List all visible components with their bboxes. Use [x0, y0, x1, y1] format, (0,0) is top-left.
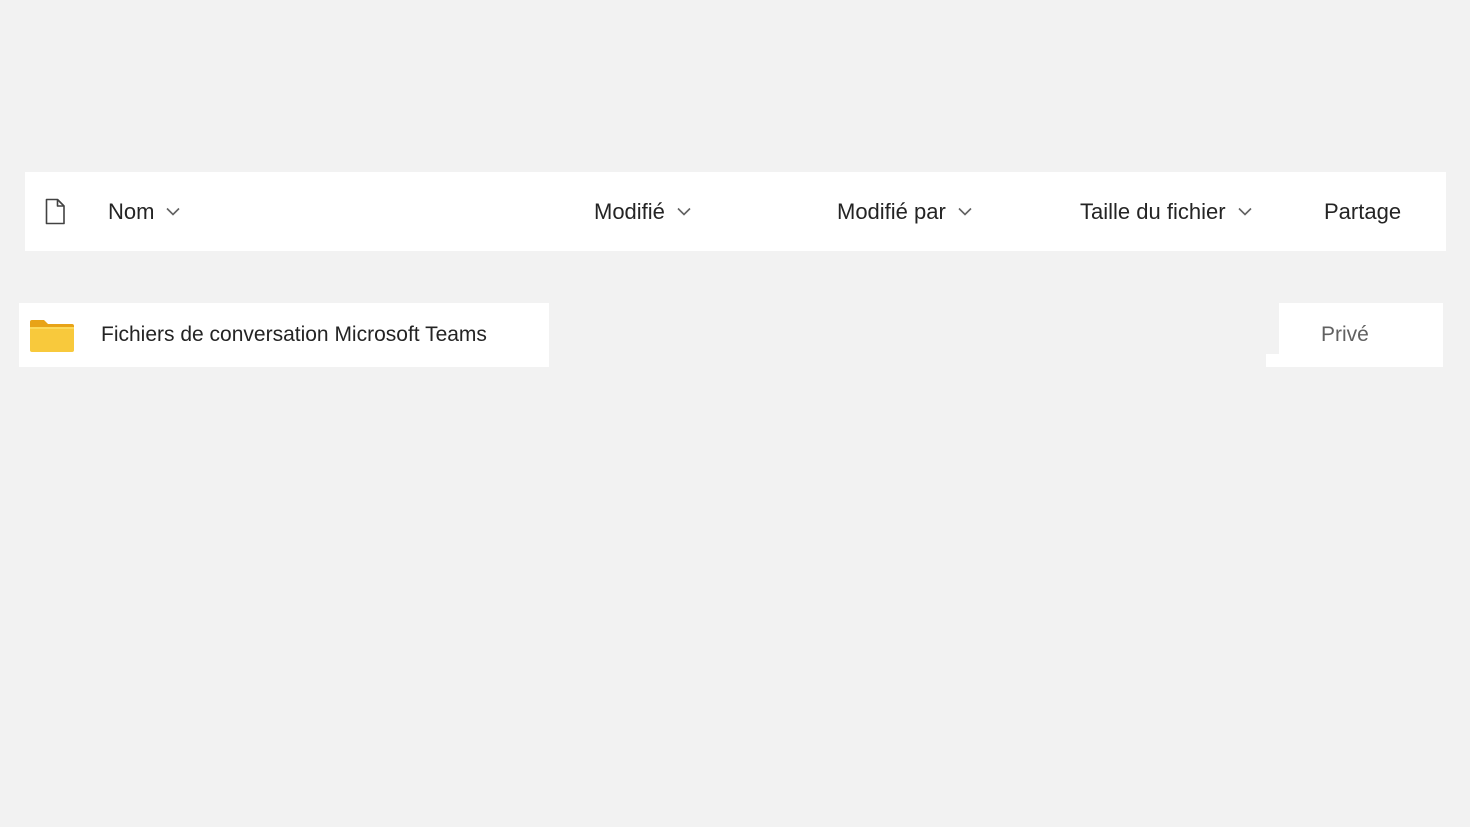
row-cell-notch — [1266, 303, 1279, 354]
column-header-file-size-label: Taille du fichier — [1080, 198, 1226, 224]
column-header-modified-by[interactable]: Modifié par — [837, 172, 972, 251]
document-icon — [45, 198, 65, 224]
column-header-name[interactable]: Nom — [108, 172, 181, 251]
column-header-sharing-label: Partage — [1324, 198, 1402, 224]
column-header-sharing: Partage — [1324, 172, 1401, 251]
row-sharing-value: Privé — [1321, 323, 1369, 346]
column-header-name-label: Nom — [108, 198, 155, 224]
chevron-down-icon — [166, 207, 181, 216]
file-type-column-header[interactable] — [43, 196, 67, 226]
chevron-down-icon — [958, 207, 972, 216]
file-list-header: Nom Modifié Modifié par Taille du fichie… — [25, 172, 1446, 251]
column-header-modified-label: Modifié — [594, 198, 665, 224]
row-name[interactable]: Fichiers de conversation Microsoft Teams — [101, 303, 487, 367]
column-header-file-size[interactable]: Taille du fichier — [1080, 172, 1252, 251]
table-row[interactable]: Fichiers de conversation Microsoft Teams — [19, 303, 549, 367]
column-header-modified[interactable]: Modifié — [594, 172, 691, 251]
chevron-down-icon — [1237, 207, 1252, 216]
folder-icon — [30, 320, 74, 352]
column-header-modified-by-label: Modifié par — [837, 198, 946, 224]
chevron-down-icon — [677, 207, 691, 216]
